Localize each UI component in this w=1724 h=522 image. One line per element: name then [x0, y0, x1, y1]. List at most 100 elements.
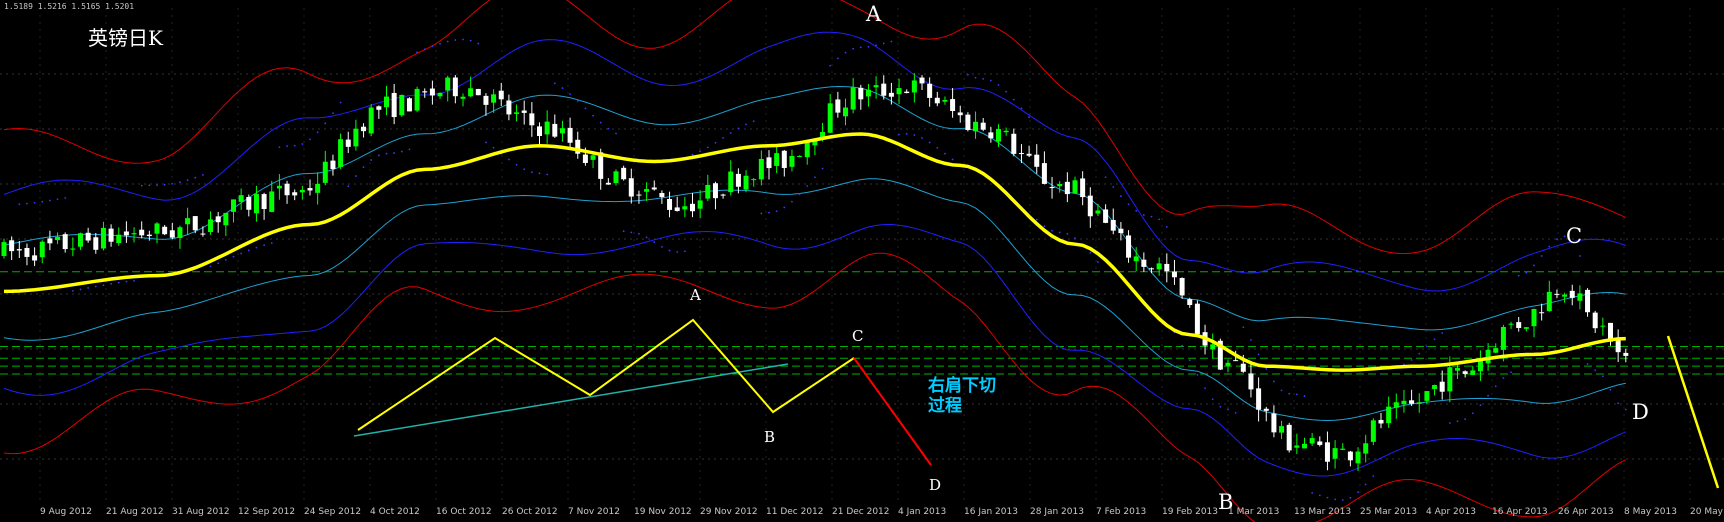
bear-candle	[1324, 442, 1330, 462]
sar-dot	[905, 133, 908, 135]
sar-dot	[71, 289, 74, 292]
bear-candle	[919, 77, 925, 84]
sar-dot	[515, 163, 518, 166]
sar-dot	[928, 141, 931, 144]
bull-candle	[1156, 263, 1162, 270]
bull-candle	[1309, 438, 1315, 444]
bull-candle	[39, 241, 45, 258]
pattern-annotation: 右肩下切 过程	[928, 376, 996, 416]
sar-dot	[293, 144, 296, 147]
bear-candle	[1011, 133, 1017, 154]
bull-candle	[1294, 445, 1300, 448]
sar-dot	[41, 200, 44, 203]
x-tick-label: 21 Aug 2012	[106, 507, 164, 517]
bull-candle	[559, 128, 565, 134]
bull-candle	[100, 227, 106, 249]
schematic-zigzag	[357, 318, 855, 431]
sar-dot	[240, 252, 243, 255]
x-tick-label: 16 Jan 2013	[964, 507, 1018, 517]
bull-candle	[743, 175, 749, 190]
bear-candle	[345, 139, 351, 147]
sar-dot	[1556, 238, 1558, 241]
bull-candle	[253, 194, 259, 214]
sar-dot	[301, 143, 304, 145]
x-tick-label: 31 Aug 2012	[172, 507, 230, 517]
bull-candle	[942, 99, 948, 102]
sar-dot	[1074, 237, 1076, 240]
sar-dot	[1295, 393, 1298, 396]
bear-candle	[391, 92, 397, 118]
sar-dot	[852, 47, 855, 50]
bear-candle	[1592, 312, 1598, 329]
bear-candle	[1179, 277, 1185, 296]
bear-candle	[1462, 371, 1468, 374]
bear-candle	[1018, 153, 1024, 155]
sar-dot	[26, 202, 28, 205]
mid-lower-band	[3, 223, 1626, 477]
bull-candle	[1386, 406, 1392, 424]
bull-candle	[1355, 451, 1361, 464]
sar-dot	[332, 112, 334, 115]
bear-candle	[169, 230, 175, 238]
sar-dot	[1433, 338, 1436, 341]
bull-candle	[544, 121, 550, 135]
bear-candle	[904, 91, 910, 94]
sar-dot	[1250, 339, 1252, 341]
bear-candle	[162, 226, 168, 235]
bear-candle	[361, 126, 367, 132]
sar-dot	[1104, 176, 1107, 179]
marker-d: D	[1632, 400, 1649, 424]
bear-candle	[246, 196, 252, 210]
sar-dot	[1028, 116, 1030, 119]
bull-candle	[1493, 348, 1499, 353]
bull-candle	[996, 129, 1001, 142]
sar-dot	[745, 123, 747, 126]
sar-dot	[270, 242, 273, 245]
sar-dot	[1441, 332, 1444, 334]
bear-candle	[498, 90, 504, 100]
sar-dot	[446, 40, 449, 43]
sar-dot	[921, 137, 923, 139]
bull-candle	[269, 191, 275, 212]
bull-candle	[873, 85, 879, 88]
sar-dot	[431, 45, 434, 48]
sar-dot	[1624, 408, 1627, 411]
bear-candle	[422, 91, 428, 93]
bear-candle	[1554, 293, 1560, 295]
bull-candle	[1447, 367, 1453, 392]
sar-dot	[156, 184, 158, 187]
bull-candle	[154, 223, 160, 234]
bull-candle	[804, 142, 810, 158]
bear-candle	[950, 99, 956, 112]
sar-dot	[676, 251, 679, 253]
sar-dot	[171, 182, 174, 185]
x-tick-label: 19 Feb 2013	[1162, 507, 1219, 517]
bull-candle	[1057, 184, 1063, 187]
x-tick-label: 20 May 2013	[1690, 507, 1724, 517]
bull-candle	[445, 77, 451, 91]
sar-dot	[752, 120, 755, 123]
sar-dot	[508, 158, 510, 161]
bear-candle	[720, 194, 726, 196]
sar-dot	[1127, 203, 1130, 206]
bull-candle	[751, 179, 757, 181]
bear-candle	[980, 122, 986, 130]
bull-candle	[1577, 293, 1583, 301]
sar-dot	[1234, 411, 1237, 414]
envelope-bands	[3, 0, 1627, 522]
sar-dot	[683, 250, 686, 253]
sar-dot	[530, 171, 533, 174]
sar-dot	[584, 107, 587, 110]
sar-dot	[1066, 233, 1069, 235]
sar-dot	[49, 199, 51, 202]
sar-dot	[469, 39, 472, 42]
bull-candle	[1531, 309, 1537, 327]
schematic-label-b: B	[764, 428, 776, 446]
sar-dot	[1043, 225, 1046, 228]
bear-candle	[1049, 187, 1055, 189]
sar-dot	[699, 150, 702, 153]
sar-dot	[1242, 326, 1245, 329]
sar-dot	[462, 38, 464, 41]
sar-dot	[630, 231, 633, 234]
bull-candle	[590, 155, 596, 160]
